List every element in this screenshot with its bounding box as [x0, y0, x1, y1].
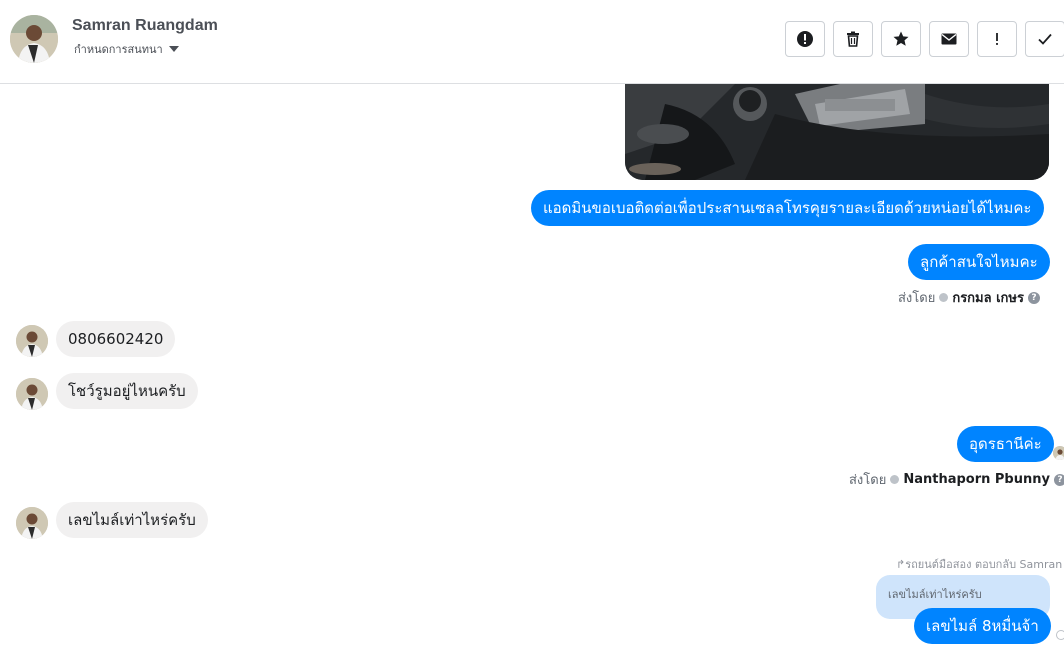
sent-by-label: ส่งโดย Nanthaporn Pbunny ? [849, 469, 1064, 490]
spam-button[interactable] [785, 21, 825, 57]
exclamation-circle-icon [797, 31, 813, 47]
car-interior-photo[interactable] [625, 84, 1049, 180]
conversation-header: Samran Ruangdam กำหนดการสนทนา [0, 0, 1064, 84]
contact-avatar-small [16, 325, 48, 357]
reply-context-label: ↱รถยนต์มือสอง ตอบกลับ Samran [896, 558, 1063, 571]
outgoing-message[interactable]: ลูกค้าสนใจไหมคะ [908, 244, 1050, 280]
incoming-message[interactable]: เลขไมล์เท่าไหร่ครับ [56, 502, 208, 538]
contact-name[interactable]: Samran Ruangdam [72, 17, 218, 35]
verified-icon [890, 475, 900, 484]
sent-status-icon [1056, 630, 1064, 640]
outgoing-message[interactable]: อุดรธานีค่ะ [957, 426, 1054, 462]
help-icon[interactable]: ? [1027, 291, 1040, 304]
seen-avatar-icon [1053, 446, 1064, 460]
follow-up-button[interactable] [977, 21, 1017, 57]
star-icon [893, 31, 909, 46]
exclamation-icon [996, 33, 998, 45]
mark-unread-button[interactable] [929, 21, 969, 57]
outgoing-message[interactable]: เลขไมล์ 8หมื่นจ้า [914, 608, 1051, 644]
contact-avatar-small [16, 378, 48, 410]
sender-name: Nanthaporn Pbunny [903, 472, 1050, 487]
conversation-status-dropdown[interactable]: กำหนดการสนทนา [74, 40, 179, 58]
conversation-status-label: กำหนดการสนทนา [74, 43, 163, 56]
help-icon[interactable]: ? [1053, 473, 1064, 486]
contact-avatar[interactable] [10, 15, 58, 63]
sent-by-label: ส่งโดย กรกมล เกษร ? [898, 287, 1040, 308]
envelope-icon [941, 33, 957, 45]
outgoing-message[interactable]: แอดมินขอเบอติดต่อเพื่อประสานเซลลโทรคุยรา… [531, 190, 1044, 226]
incoming-message[interactable]: โชว์รูมอยู่ไหนครับ [56, 373, 198, 409]
caret-down-icon [168, 46, 179, 52]
trash-icon [847, 31, 859, 47]
sent-by-prefix: ส่งโดย [849, 473, 887, 488]
star-button[interactable] [881, 21, 921, 57]
delete-button[interactable] [833, 21, 873, 57]
contact-avatar-small [16, 507, 48, 539]
sent-by-prefix: ส่งโดย [898, 291, 936, 306]
done-button[interactable] [1025, 21, 1064, 57]
check-icon [1038, 33, 1052, 45]
verified-icon [939, 293, 949, 302]
sender-name: กรกมล เกษร [952, 291, 1024, 306]
message-thread[interactable]: แอดมินขอเบอติดต่อเพื่อประสานเซลลโทรคุยรา… [0, 84, 1064, 650]
incoming-message[interactable]: 0806602420 [56, 321, 176, 357]
conversation-toolbar [785, 21, 1064, 57]
